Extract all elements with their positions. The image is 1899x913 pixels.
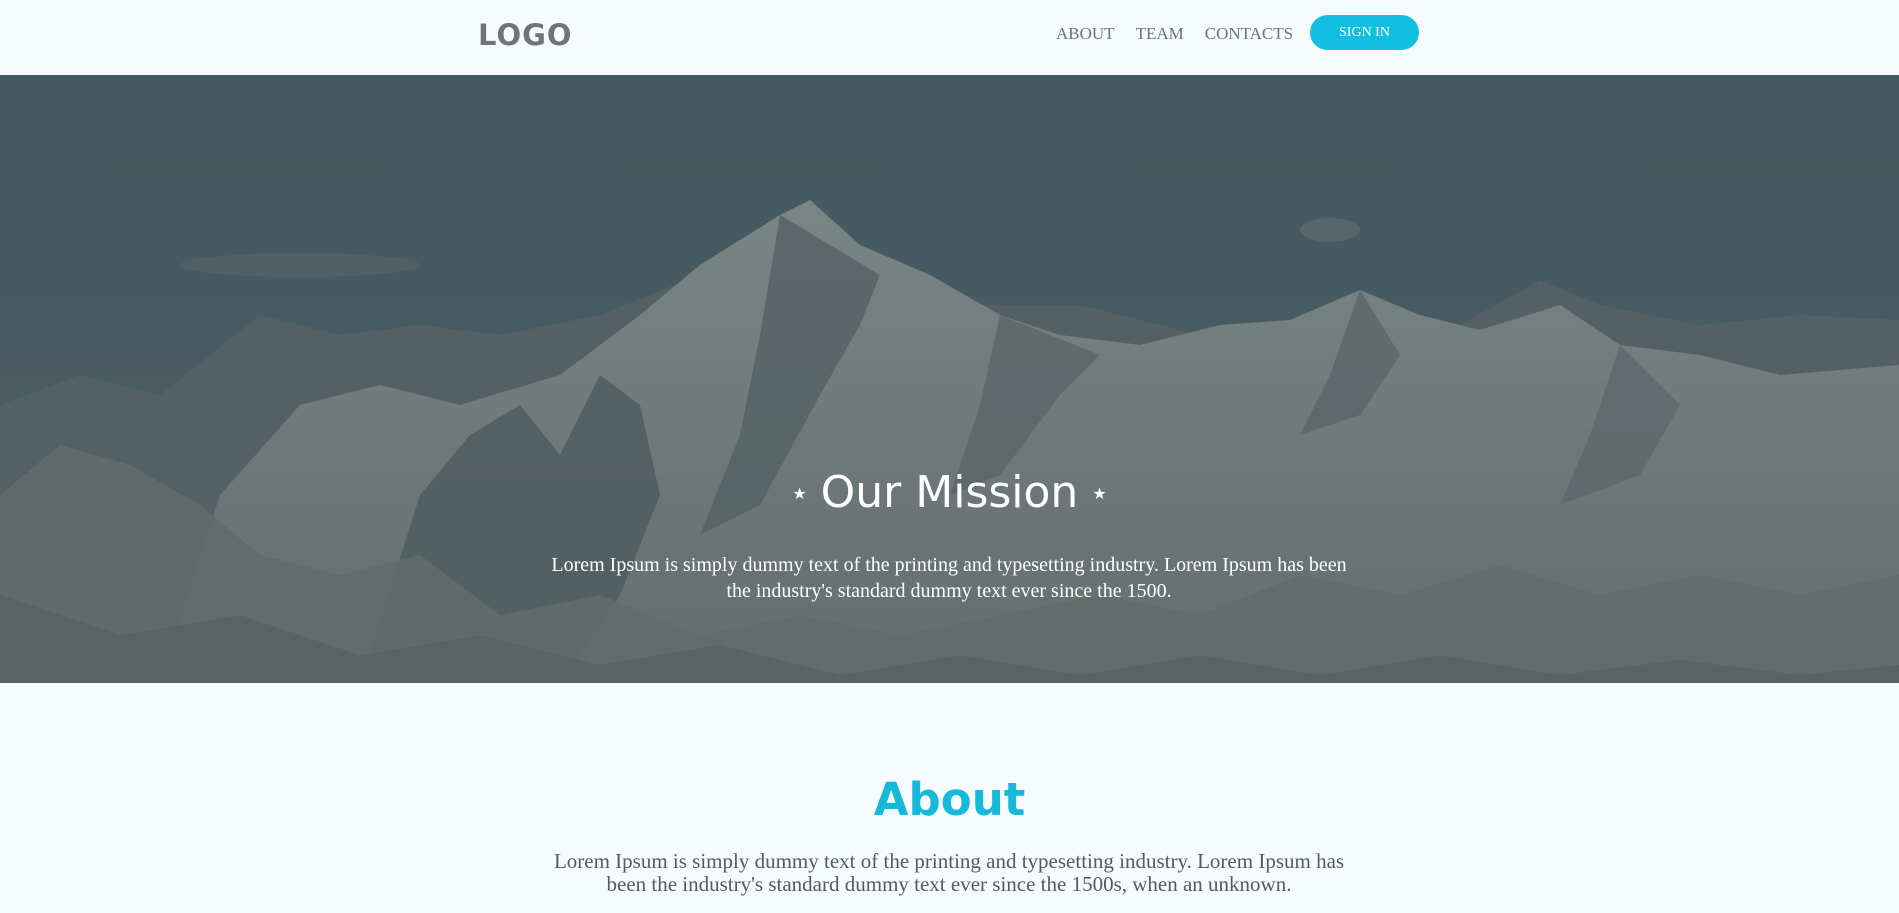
about-title: About — [873, 773, 1026, 826]
site-header: LOGO ABOUT TEAM CONTACTS SIGN IN — [0, 0, 1899, 75]
sign-in-button[interactable]: SIGN IN — [1310, 15, 1419, 50]
nav-team[interactable]: TEAM — [1136, 24, 1184, 44]
hero-banner: ★ Our Mission ★ Lorem Ipsum is simply du… — [0, 75, 1899, 683]
nav-contacts[interactable]: CONTACTS — [1205, 24, 1293, 44]
hero-text: Lorem Ipsum is simply dummy text of the … — [551, 554, 1347, 602]
nav-about[interactable]: ABOUT — [1056, 24, 1115, 44]
logo[interactable]: LOGO — [478, 18, 573, 52]
star-icon: ★ — [1092, 483, 1107, 503]
star-icon: ★ — [792, 483, 807, 503]
hero-heading: ★ Our Mission ★ — [0, 467, 1899, 519]
hero-title: Our Mission — [820, 467, 1079, 518]
about-text: Lorem Ipsum is simply dummy text of the … — [553, 849, 1345, 896]
main-nav: ABOUT TEAM CONTACTS — [1056, 24, 1314, 44]
